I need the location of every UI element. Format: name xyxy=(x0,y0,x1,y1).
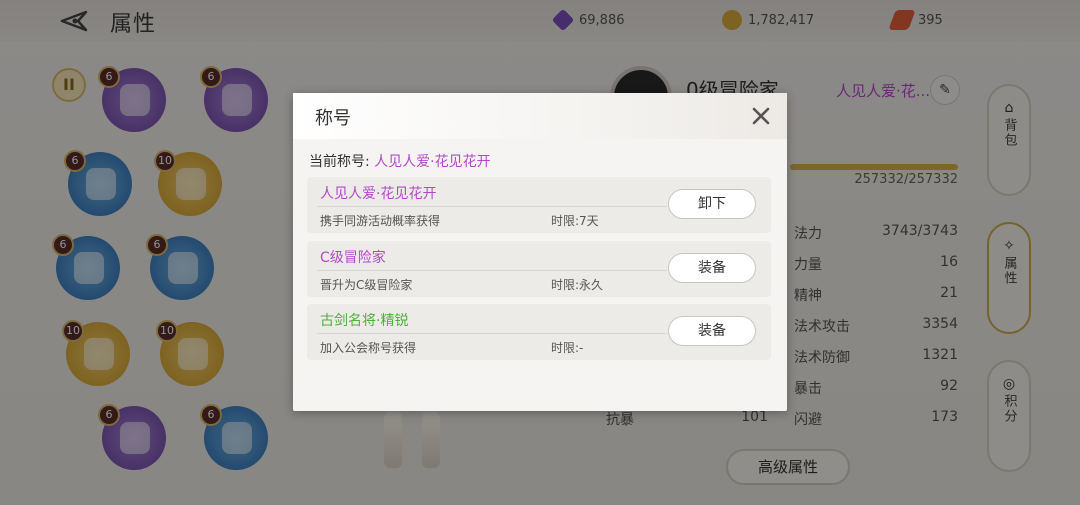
equip-button[interactable]: 装备 xyxy=(668,316,756,346)
title-name: 古剑名将·精锐 xyxy=(320,313,409,329)
title-name: 人见人爱·花见花开 xyxy=(320,186,437,202)
close-icon[interactable] xyxy=(748,103,774,129)
title-source: 加入公会称号获得 xyxy=(320,341,417,355)
title-card: C级冒险家 晋升为C级冒险家 时限:永久 装备 xyxy=(307,241,771,297)
divider xyxy=(317,206,667,207)
current-title-label: 当前称号: xyxy=(309,154,370,170)
title-duration: 时限:- xyxy=(551,341,584,355)
title-card: 古剑名将·精锐 加入公会称号获得 时限:- 装备 xyxy=(307,304,771,360)
divider xyxy=(317,270,667,271)
title-name: C级冒险家 xyxy=(320,250,386,266)
title-card: 人见人爱·花见花开 携手同游活动概率获得 时限:7天 卸下 xyxy=(307,177,771,233)
title-duration: 时限:永久 xyxy=(551,278,604,292)
title-dialog: 称号 当前称号: 人见人爱·花见花开 人见人爱·花见花开 携手同游活动概率获得 … xyxy=(293,93,787,411)
dialog-header: 称号 xyxy=(293,93,787,139)
dialog-title: 称号 xyxy=(315,108,351,129)
title-source: 晋升为C级冒险家 xyxy=(320,278,413,292)
title-duration: 时限:7天 xyxy=(551,214,599,228)
divider xyxy=(317,333,667,334)
current-title-row: 当前称号: 人见人爱·花见花开 xyxy=(309,151,491,171)
current-title-value: 人见人爱·花见花开 xyxy=(374,154,491,170)
equip-button[interactable]: 装备 xyxy=(668,253,756,283)
unequip-button[interactable]: 卸下 xyxy=(668,189,756,219)
title-source: 携手同游活动概率获得 xyxy=(320,214,441,228)
